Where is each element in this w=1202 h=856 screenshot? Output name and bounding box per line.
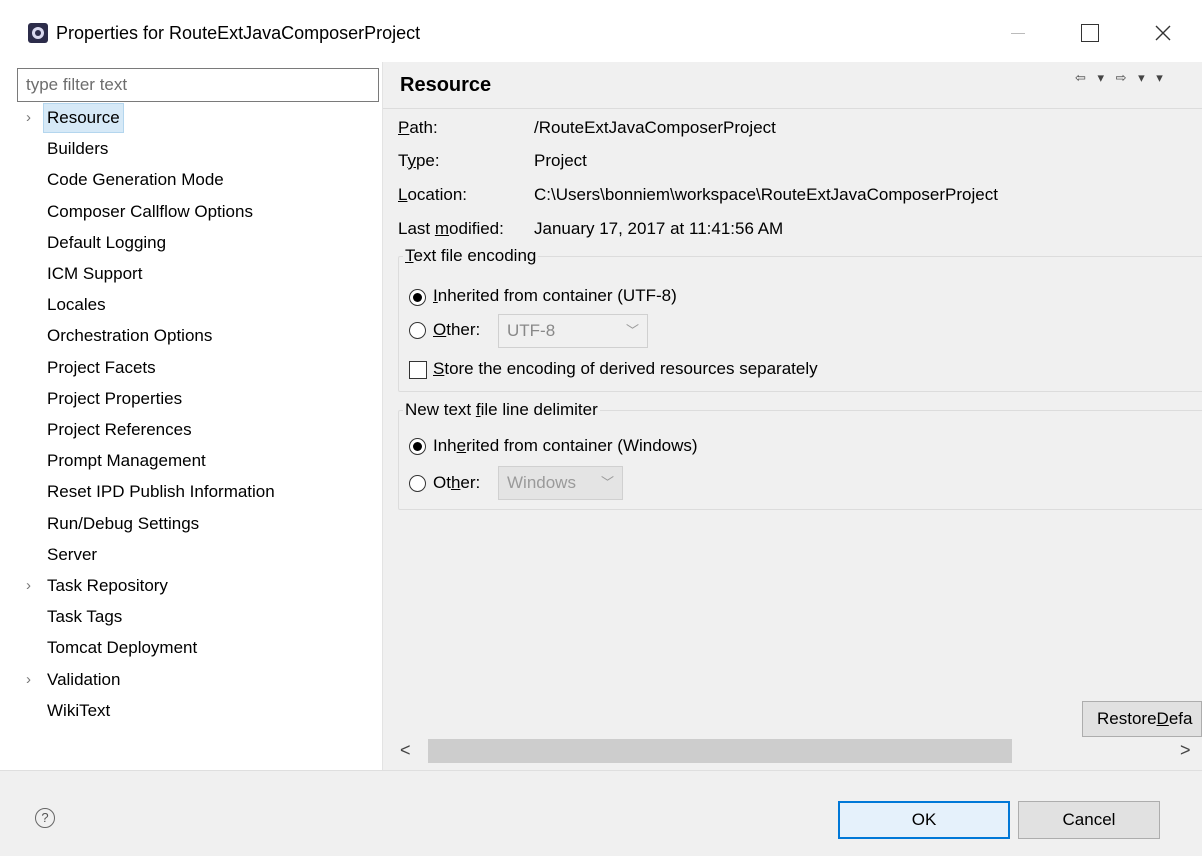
modified-label: Last modified: bbox=[398, 219, 504, 238]
delimiter-legend: New text file line delimiter bbox=[405, 400, 598, 419]
help-icon[interactable]: ? bbox=[35, 808, 55, 828]
tree-item-label: Reset IPD Publish Information bbox=[47, 482, 275, 502]
tree-item-label: Resource bbox=[43, 103, 124, 133]
ok-button[interactable]: OK bbox=[838, 801, 1010, 839]
close-icon bbox=[1155, 25, 1171, 41]
modified-value: January 17, 2017 at 11:41:56 AM bbox=[534, 219, 784, 238]
close-button[interactable] bbox=[1140, 14, 1186, 52]
tree-item-label: Default Logging bbox=[47, 232, 167, 252]
filter-input[interactable]: type filter text bbox=[17, 68, 379, 102]
tree-item-label: Task Repository bbox=[47, 576, 168, 595]
tree-item-label: Locales bbox=[47, 295, 106, 315]
tree-item-label: ICM Support bbox=[47, 264, 143, 283]
tree-item-label: Task Tags bbox=[47, 607, 123, 627]
minimize-button[interactable] bbox=[995, 14, 1041, 52]
tree-item-label: Composer Callflow Options bbox=[47, 201, 253, 221]
path-value: /RouteExtJavaComposerProject bbox=[534, 118, 776, 137]
tree-item-label: Run/Debug Settings bbox=[47, 513, 200, 533]
location-value: C:\Users\bonniem\workspace\RouteExtJavaC… bbox=[534, 185, 998, 204]
delimiter-other-radio[interactable] bbox=[409, 475, 426, 492]
maximize-icon bbox=[1081, 24, 1099, 42]
chevron-right-icon[interactable]: › bbox=[26, 104, 31, 132]
encoding-inherited-label: Inherited from container (UTF-8) bbox=[433, 286, 677, 305]
navigation-arrows-icon[interactable]: ⇦ ▾ ⇨ ▾ ▾ bbox=[1075, 70, 1167, 86]
tree-item-label: Tomcat Deployment bbox=[47, 638, 198, 658]
category-tree: › Resource Builders Code Generation Mode Com… bbox=[17, 103, 383, 768]
page-title: Resource bbox=[400, 74, 492, 96]
window-title: Properties for RouteExtJavaComposerProje… bbox=[56, 23, 421, 43]
scroll-left-icon[interactable]: < bbox=[400, 740, 411, 761]
encoding-other-radio[interactable] bbox=[409, 322, 426, 339]
encoding-legend: Text file encoding bbox=[405, 246, 537, 265]
tree-item-label: Project Properties bbox=[47, 388, 183, 408]
tree-item-label: Prompt Management bbox=[47, 451, 206, 471]
restore-defaults-button[interactable]: Restore Defa bbox=[1082, 701, 1202, 737]
delimiter-select[interactable]: Windows ﹀ bbox=[498, 466, 623, 500]
encoding-select[interactable]: UTF-8 ﹀ bbox=[498, 314, 648, 348]
chevron-right-icon[interactable]: › bbox=[26, 666, 31, 694]
encoding-other-label: Other: bbox=[433, 320, 481, 339]
delimiter-inherited-label: Inherited from container (Windows) bbox=[433, 436, 698, 455]
chevron-down-icon: ﹀ bbox=[625, 323, 639, 338]
delimiter-select-value: Windows bbox=[507, 473, 576, 492]
scroll-right-icon[interactable]: > bbox=[1180, 740, 1191, 761]
location-label: Location: bbox=[398, 185, 468, 204]
type-label: Type: bbox=[398, 151, 440, 170]
cancel-button[interactable]: Cancel bbox=[1018, 801, 1160, 839]
store-encoding-label: Store the encoding of derived resources … bbox=[433, 359, 818, 378]
tree-item-label: Project References bbox=[47, 420, 192, 439]
delimiter-other-label: Other: bbox=[433, 473, 481, 492]
tree-item-label: Project Facets bbox=[47, 357, 156, 377]
tree-item-label: WikiText bbox=[47, 700, 111, 720]
tree-item-label: Orchestration Options bbox=[47, 326, 213, 346]
chevron-right-icon[interactable]: › bbox=[26, 572, 31, 600]
tree-item-label: Validation bbox=[47, 669, 121, 689]
app-icon bbox=[28, 23, 48, 43]
type-value: Project bbox=[534, 151, 587, 170]
path-label: Path: bbox=[398, 118, 438, 137]
pane-sash[interactable] bbox=[382, 62, 383, 770]
minimize-icon bbox=[1011, 32, 1025, 34]
encoding-inherited-radio[interactable] bbox=[409, 289, 426, 306]
store-encoding-checkbox[interactable] bbox=[409, 361, 427, 379]
tree-item-label: Builders bbox=[47, 139, 109, 159]
maximize-button[interactable] bbox=[1067, 14, 1113, 52]
tree-item-label: Code Generation Mode bbox=[47, 170, 224, 190]
scrollbar-thumb[interactable] bbox=[428, 739, 1012, 763]
delimiter-inherited-radio[interactable] bbox=[409, 438, 426, 455]
tree-item-label: Server bbox=[47, 544, 98, 564]
encoding-select-value: UTF-8 bbox=[507, 321, 556, 340]
chevron-down-icon: ﹀ bbox=[600, 475, 614, 490]
